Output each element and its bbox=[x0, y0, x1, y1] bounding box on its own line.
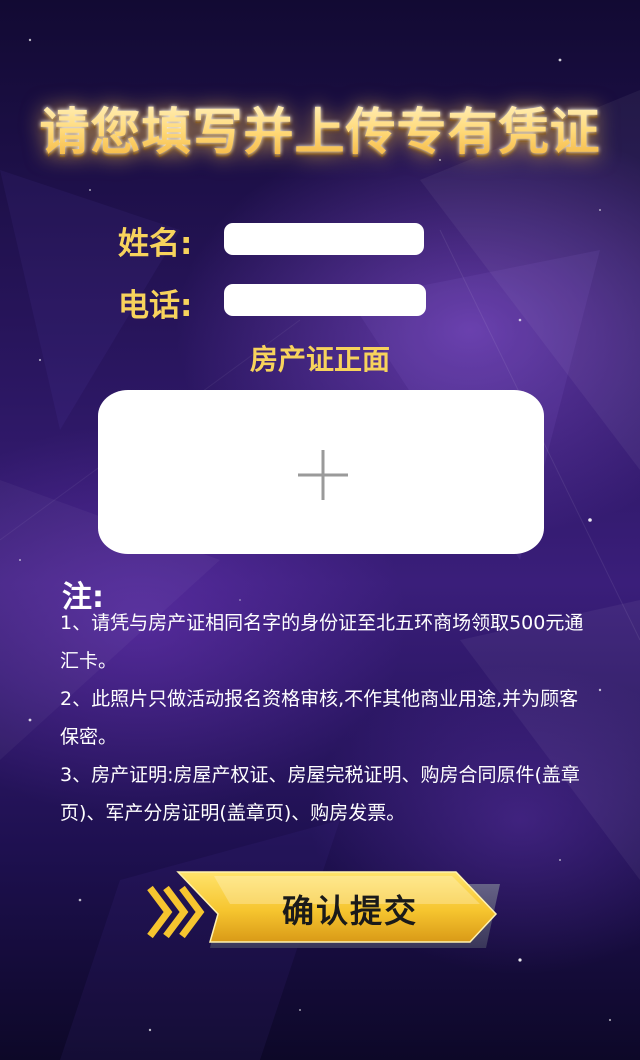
upload-label: 房产证正面 bbox=[249, 343, 390, 376]
page-title: 请您填写并上传专有凭证 bbox=[0, 92, 640, 164]
name-label: 姓名: bbox=[118, 226, 193, 262]
plus-icon[interactable] bbox=[296, 448, 350, 502]
note-item: 3、房产证明:房屋产权证、房屋完税证明、购房合同原件(盖章页)、军产分房证明(盖… bbox=[60, 764, 580, 824]
phone-label: 电话: bbox=[118, 288, 193, 324]
submit-button-label: 确认提交 bbox=[281, 892, 418, 930]
submit-button[interactable]: 确认提交 bbox=[140, 866, 500, 952]
name-input[interactable] bbox=[224, 223, 424, 255]
upload-credential-page: 请您填写并上传专有凭证 姓名: 电话: 房产证正面 注: 1、请凭与房产证相同名… bbox=[0, 0, 640, 1060]
phone-input[interactable] bbox=[224, 284, 426, 316]
note-item: 2、此照片只做活动报名资格审核,不作其他商业用途,并为顾客保密。 bbox=[60, 688, 579, 748]
note-item: 1、请凭与房产证相同名字的身份证至北五环商场领取500元通汇卡。 bbox=[60, 612, 584, 672]
